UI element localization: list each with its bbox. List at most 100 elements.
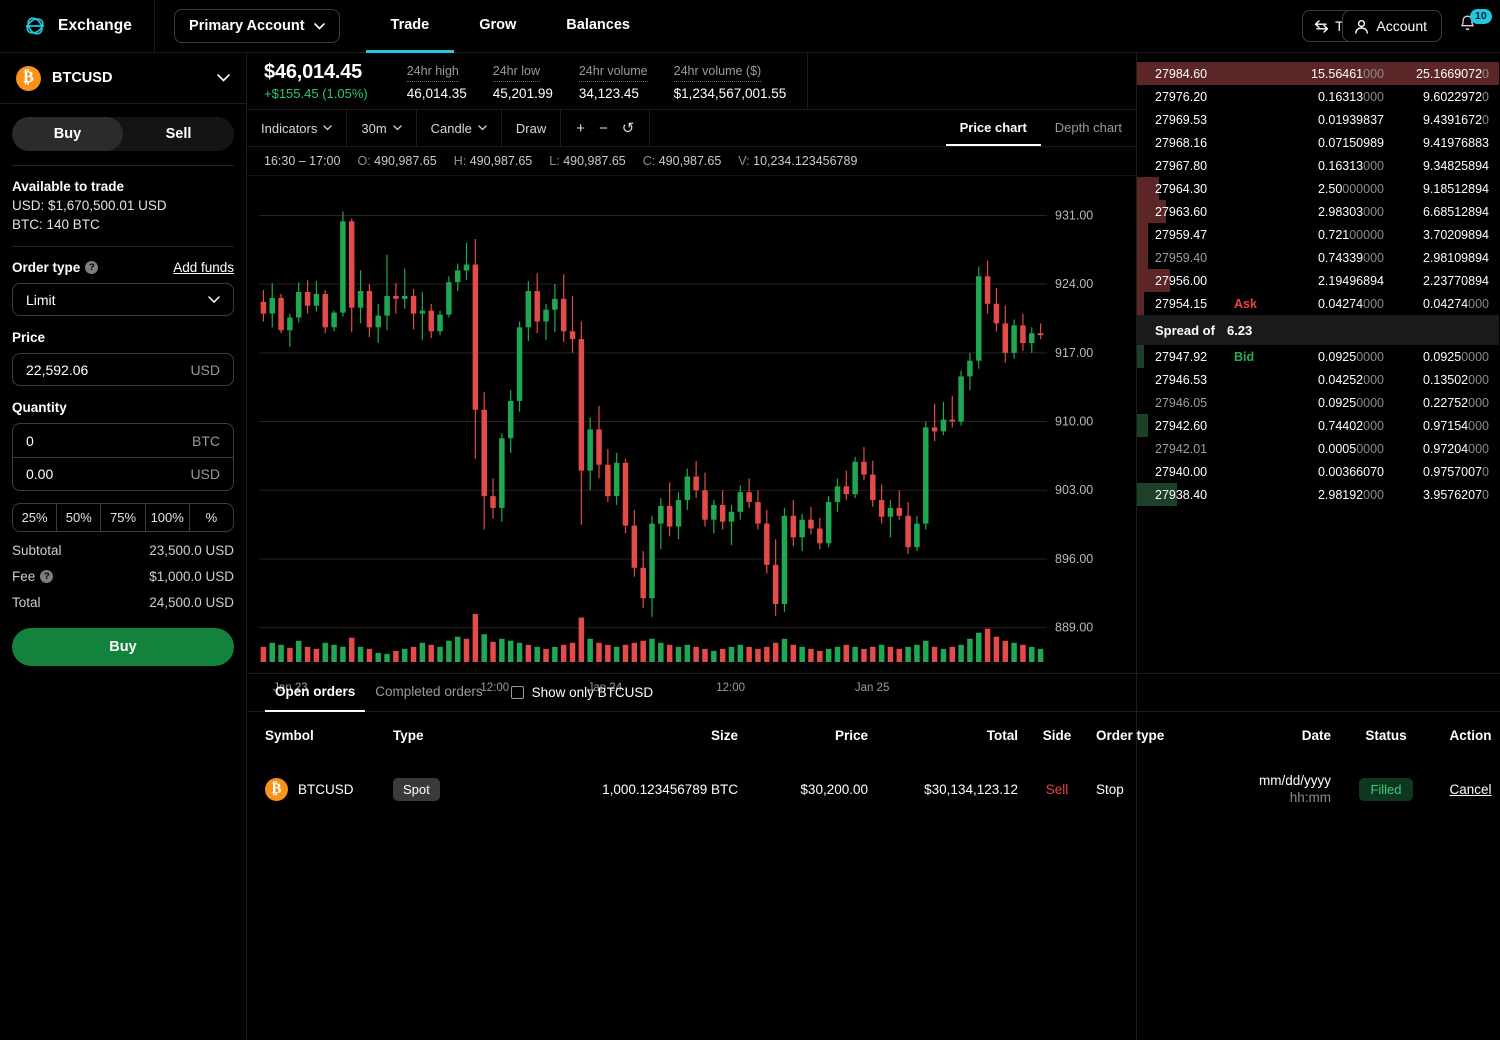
quantity-label: Quantity [12, 400, 67, 415]
order-book-row[interactable]: 27946.53 0.04252000 0.13502000 [1137, 368, 1499, 391]
percent-custom-button[interactable]: % [188, 504, 233, 531]
order-book-row[interactable]: 27969.53 0.01939837 9.43916720 [1137, 108, 1499, 131]
order-book-total: 3.95762070 [1422, 487, 1489, 502]
cell-side: Sell [1045, 781, 1069, 797]
price-unit: USD [190, 361, 220, 378]
order-type-label: Order type ? [12, 260, 99, 275]
sell-tab[interactable]: Sell [123, 117, 234, 151]
reset-chart-icon[interactable]: ↺ [622, 121, 635, 136]
tab-open-orders[interactable]: Open orders [265, 674, 366, 712]
orders-table-body: ₿ BTCUSD Spot 1,000.123456789 BTC $30,200.00… [248, 759, 1500, 819]
bitcoin-icon: ₿ [16, 65, 41, 91]
order-book-size: 0.04252000 [1317, 372, 1384, 387]
order-book-total: 6.68512894 [1422, 204, 1489, 219]
notifications-button[interactable]: 10 [1458, 9, 1492, 38]
fee-label-group: Fee ? [12, 569, 54, 584]
indicators-dropdown[interactable]: Indicators [247, 110, 348, 146]
divider [12, 165, 234, 166]
order-book-row[interactable]: 27984.60 15.56461000 25.16690720 [1137, 62, 1499, 85]
cell-total: $30,134,123.12 [924, 781, 1018, 797]
order-book-row[interactable]: 27946.05 0.09250000 0.22752000 [1137, 391, 1499, 414]
ohlc-high: H: 490,987.65 [454, 154, 533, 168]
quantity-input-group: 0 BTC 0.00 USD [12, 423, 234, 491]
stat-24hr-volume-usd-label: 24hr volume ($) [673, 64, 762, 82]
zoom-out-icon[interactable]: − [599, 121, 608, 136]
order-book-row[interactable]: 27964.30 2.50000000 9.18512894 [1137, 177, 1499, 200]
percent-100-button[interactable]: 100% [144, 504, 189, 531]
order-book-row[interactable]: 27954.15 Ask 0.04274000 0.04274000 [1137, 292, 1499, 315]
nav-tab-balances[interactable]: Balances [541, 0, 655, 53]
tab-price-chart[interactable]: Price chart [945, 110, 1041, 146]
draw-button[interactable]: Draw [502, 110, 562, 146]
quantity-quote-unit: USD [190, 466, 220, 482]
stat-24hr-high: 24hr high 46,014.35 [394, 62, 480, 101]
account-button[interactable]: Account [1342, 10, 1442, 42]
submit-buy-button[interactable]: Buy [12, 628, 234, 666]
quantity-base-input[interactable]: 0 BTC [13, 424, 233, 457]
order-type-select[interactable]: Limit [12, 283, 234, 316]
order-book-row[interactable]: 27940.00 0.00366070 0.97570070 [1137, 460, 1499, 483]
order-book-price: 27954.15 [1155, 296, 1208, 311]
price-input[interactable]: 22,592.06 USD [12, 353, 234, 386]
interval-dropdown[interactable]: 30m [347, 110, 417, 146]
order-type-header: Order type ? Add funds [12, 260, 234, 275]
ohlc-volume-value: 10,234.123456789 [753, 154, 858, 168]
order-book-size: 2.98192000 [1317, 487, 1384, 502]
divider [12, 246, 234, 247]
nav-tab-grow[interactable]: Grow [454, 0, 541, 53]
order-book-row[interactable]: 27959.47 0.72100000 3.70209894 [1137, 223, 1499, 246]
order-book-row[interactable]: 27942.01 0.00050000 0.97204000 [1137, 437, 1499, 460]
order-book-row[interactable]: 27938.40 2.98192000 3.95762070 [1137, 483, 1499, 506]
quantity-quote-input[interactable]: 0.00 USD [13, 457, 233, 490]
order-book-row[interactable]: 27968.16 0.07150989 9.41976883 [1137, 131, 1499, 154]
order-book-total: 2.23770894 [1422, 273, 1489, 288]
percent-50-button[interactable]: 50% [56, 504, 100, 531]
orders-table: Symbol Type Size Price Total Side Order … [248, 712, 1500, 819]
order-book-price: 27964.30 [1155, 181, 1208, 196]
main-nav-tabs: Trade Grow Balances [365, 0, 655, 53]
order-book-total: 9.18512894 [1422, 181, 1489, 196]
chart-style-dropdown[interactable]: Candle [417, 110, 502, 146]
tab-depth-chart[interactable]: Depth chart [1041, 110, 1136, 146]
order-book-row[interactable]: 27942.60 0.74402000 0.97154000 [1137, 414, 1499, 437]
chevron-down-icon [323, 125, 333, 131]
zoom-in-icon[interactable]: + [576, 121, 585, 136]
ohlc-readout: 16:30 – 17:00 O: 490,987.65 H: 490,987.6… [247, 147, 1136, 176]
ohlc-volume-key: V: [738, 154, 750, 168]
order-book-row[interactable]: 27959.40 0.74339000 2.98109894 [1137, 246, 1499, 269]
order-book-size: 0.09250000 [1317, 395, 1384, 410]
buy-tab[interactable]: Buy [12, 117, 123, 151]
order-book-row[interactable]: 27967.80 0.16313000 9.34825894 [1137, 154, 1499, 177]
orders-tabs: Open orders Completed orders Show only B… [248, 674, 1500, 712]
order-book-size: 15.56461000 [1311, 66, 1384, 81]
add-funds-link[interactable]: Add funds [173, 260, 234, 275]
symbol-selector[interactable]: ₿ BTCUSD [0, 53, 246, 104]
percent-25-button[interactable]: 25% [13, 504, 56, 531]
stat-24hr-high-value: 46,014.35 [406, 85, 467, 101]
notification-badge: 10 [1470, 9, 1492, 24]
candlestick-chart[interactable]: 931.00 924.00 917.00 910.00 903.00 896.00 889.… [247, 176, 1136, 676]
chart-style-label: Candle [430, 120, 472, 136]
show-only-symbol-checkbox[interactable]: Show only BTCUSD [510, 685, 653, 700]
cancel-order-link[interactable]: Cancel [1449, 782, 1491, 797]
order-book-row[interactable]: 27963.60 2.98303000 6.68512894 [1137, 200, 1499, 223]
brand-logo-area[interactable]: Exchange [0, 0, 154, 53]
order-book-total: 0.22752000 [1422, 395, 1489, 410]
order-book-total: 9.43916720 [1422, 112, 1489, 127]
order-book-row[interactable]: 27947.92 Bid 0.09250000 0.09250000 [1137, 345, 1499, 368]
order-book-size: 2.98303000 [1317, 204, 1384, 219]
cell-type: Spot [393, 759, 503, 819]
order-book-row[interactable]: 27956.00 2.19496894 2.23770894 [1137, 269, 1499, 292]
order-book-row[interactable]: 27976.20 0.16313000 9.60229720 [1137, 85, 1499, 108]
help-icon[interactable]: ? [40, 570, 54, 583]
order-book-asks: 27984.60 15.56461000 25.16690720 27976.20 0.… [1137, 53, 1499, 315]
help-icon[interactable]: ? [85, 261, 99, 274]
table-row[interactable]: ₿ BTCUSD Spot 1,000.123456789 BTC $30,200.00… [248, 759, 1500, 819]
subtotal-row: Subtotal 23,500.0 USD [12, 543, 234, 558]
nav-divider [154, 0, 156, 53]
tab-completed-orders[interactable]: Completed orders [365, 674, 492, 712]
order-book-size: 0.16313000 [1317, 158, 1384, 173]
account-selector-dropdown[interactable]: Primary Account [174, 9, 340, 43]
percent-75-button[interactable]: 75% [100, 504, 144, 531]
nav-tab-trade[interactable]: Trade [365, 0, 455, 53]
